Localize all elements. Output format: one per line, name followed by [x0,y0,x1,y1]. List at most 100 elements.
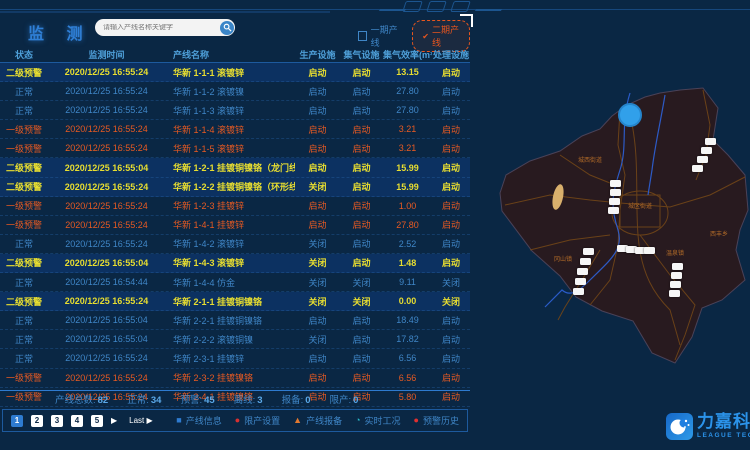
legend-item[interactable]: ■ 产线信息 [176,414,221,427]
gas-state: 启动 [340,199,383,212]
table-row[interactable]: 一级预警 2020/12/25 16:55:24 华新 1-1-4 滚镀锌 启动… [0,120,470,139]
search-icon [223,23,232,32]
table-row[interactable]: 二级预警 2020/12/25 16:55:24 华新 2-1-1 挂镀铜镍铬 … [0,292,470,311]
monitor-time: 2020/12/25 16:55:24 [48,182,165,192]
monitor-time: 2020/12/25 16:55:24 [48,143,165,153]
legend-item[interactable]: ● 预警历史 [414,414,459,427]
phase1-label[interactable]: 一期产线 [371,23,401,49]
factory-marker[interactable] [609,198,620,205]
production-state: 启动 [295,218,340,231]
table-row[interactable]: 正常 2020/12/25 16:55:24 华新 1-1-2 滚镀镍 启动 启… [0,82,470,101]
search-box[interactable] [95,19,235,36]
alert-circle-marker[interactable] [618,103,642,127]
search-button[interactable] [220,21,234,35]
corner-bracket [460,14,473,27]
table-row[interactable]: 二级预警 2020/12/25 16:55:04 华新 1-2-1 挂镀铜镍铬（… [0,158,470,177]
table-row[interactable]: 正常 2020/12/25 16:55:24 华新 1-1-3 滚镀锌 启动 启… [0,101,470,120]
factory-marker[interactable] [583,248,594,255]
status-badge: 正常 [0,333,48,346]
factory-marker[interactable] [692,165,703,172]
production-state: 关闭 [295,256,340,269]
line-name: 华新 1-4-4 仿金 [165,276,295,289]
table-row[interactable]: 正常 2020/12/25 16:55:04 华新 2-2-2 滚镀铜镍 关闭 … [0,330,470,349]
status-badge: 正常 [0,85,48,98]
legend-item[interactable]: ▲ 产线报备 [293,414,342,427]
page-button[interactable]: 1 [11,415,23,427]
factory-marker[interactable] [644,247,655,254]
legend-bar: ■ 产线信息 ● 限产设置 ▲ 产线报备 ◔ 实时工况 ● 预警历史 [176,414,459,427]
legend-item[interactable]: ● 限产设置 [235,414,280,427]
table-row[interactable]: 二级预警 2020/12/25 16:55:24 华新 1-2-2 挂镀铜镍铬（… [0,178,470,197]
treatment-state: 启动 [432,218,470,231]
efficiency-value: 15.99 [383,182,432,192]
table-row[interactable]: 正常 2020/12/25 16:54:44 华新 1-4-4 仿金 关闭 关闭… [0,273,470,292]
table-row[interactable]: 二级预警 2020/12/25 16:55:04 华新 1-4-3 滚镀锌 关闭… [0,254,470,273]
treatment-state: 启动 [432,237,470,250]
efficiency-value: 27.80 [383,220,432,230]
factory-marker[interactable] [670,281,681,288]
page-button[interactable]: 3 [51,415,63,427]
monitor-time: 2020/12/25 16:55:24 [48,373,165,383]
monitor-time: 2020/12/25 16:54:44 [48,277,165,287]
status-badge: 二级预警 [0,256,48,269]
table-row[interactable]: 一级预警 2020/12/25 16:55:24 华新 2-3-2 挂镀镍铬 启… [0,369,470,388]
page-button[interactable]: 2 [31,415,43,427]
next-page-button[interactable]: ▶ [111,416,117,425]
table-row[interactable]: 正常 2020/12/25 16:55:04 华新 2-2-1 挂镀铜镍铬 启动… [0,311,470,330]
gas-state: 启动 [340,161,383,174]
line-name: 华新 1-2-2 挂镀铜镍铬（环形线） [165,180,295,193]
brand-subtitle: LEAGUE TECH [697,433,750,440]
efficiency-value: 3.21 [383,143,432,153]
factory-marker[interactable] [701,147,712,154]
status-badge: 二级预警 [0,180,48,193]
page-button[interactable]: 4 [71,415,83,427]
factory-marker[interactable] [577,268,588,275]
table-body: 二级预警 2020/12/25 16:55:24 华新 1-1-1 滚镀锌 启动… [0,63,470,407]
phase1-checkbox[interactable] [358,31,367,41]
efficiency-value: 0.00 [383,296,432,306]
treatment-state: 启动 [432,161,470,174]
status-badge: 一级预警 [0,218,48,231]
table-row[interactable]: 正常 2020/12/25 16:55:24 华新 2-3-1 挂镀锌 启动 启… [0,349,470,368]
gas-state: 启动 [340,237,383,250]
legend-icon: ▲ [293,416,302,425]
district-map[interactable]: 城西街道城区街道西丰乡冈山镇温泉镇 [470,45,750,450]
col-efficiency: 集气效率(m³/s) [383,48,432,62]
legend-icon: ◔ [355,416,360,425]
factory-marker[interactable] [610,189,621,196]
factory-marker[interactable] [669,290,680,297]
factory-marker[interactable] [580,258,591,265]
status-badge: 二级预警 [0,295,48,308]
brand-logo: 力嘉科技 LEAGUE TECH [666,413,750,440]
search-input[interactable] [95,24,220,31]
table-row[interactable]: 一级预警 2020/12/25 16:55:24 华新 1-1-5 滚镀锌 启动… [0,139,470,158]
efficiency-value: 27.80 [383,105,432,115]
factory-marker[interactable] [575,278,586,285]
factory-marker[interactable] [610,180,621,187]
gas-state: 启动 [340,256,383,269]
factory-marker[interactable] [671,272,682,279]
factory-marker[interactable] [608,207,619,214]
factory-marker[interactable] [672,263,683,270]
table-row[interactable]: 一级预警 2020/12/25 16:55:24 华新 1-4-1 挂镀锌 启动… [0,216,470,235]
monitor-time: 2020/12/25 16:55:24 [48,220,165,230]
factory-marker[interactable] [697,156,708,163]
monitor-time: 2020/12/25 16:55:24 [48,124,165,134]
production-state: 关闭 [295,333,340,346]
factory-marker[interactable] [705,138,716,145]
gas-state: 启动 [340,314,383,327]
page-button[interactable]: 5 [91,415,103,427]
factory-marker[interactable] [573,288,584,295]
check-icon: ✔ [422,32,429,41]
legend-icon: ● [235,416,240,425]
last-page-button[interactable]: Last ▶ [129,416,153,425]
monitoring-dashboard: 监 测 一期产线 ✔ 二期产线 状态 监测时间 产线名称 生产设施 集气设施 [0,0,750,450]
table-row[interactable]: 二级预警 2020/12/25 16:55:24 华新 1-1-1 滚镀锌 启动… [0,63,470,82]
table-row[interactable]: 正常 2020/12/25 16:55:24 华新 1-4-2 滚镀锌 关闭 启… [0,235,470,254]
gas-state: 启动 [340,218,383,231]
line-name: 华新 2-3-1 挂镀锌 [165,352,295,365]
bottom-toolbar: 12345 ▶ Last ▶ ■ 产线信息 ● 限产设置 ▲ 产线报备 ◔ 实时工况… [2,409,468,432]
line-name: 华新 1-4-2 滚镀锌 [165,237,295,250]
table-row[interactable]: 一级预警 2020/12/25 16:55:24 华新 1-2-3 挂镀锌 启动… [0,197,470,216]
legend-item[interactable]: ◔ 实时工况 [355,414,400,427]
